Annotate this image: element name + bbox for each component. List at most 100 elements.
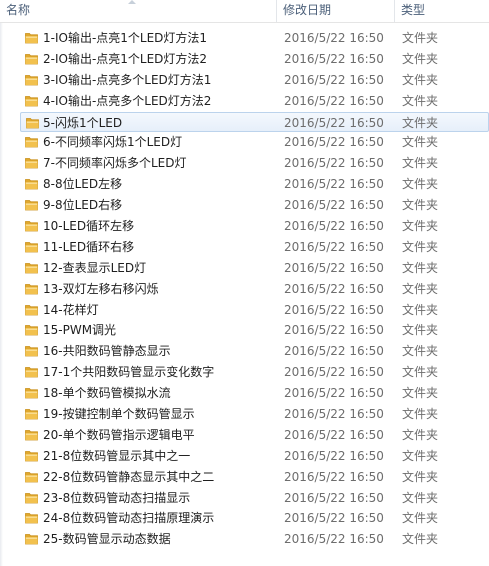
file-row[interactable]: 23-8位数码管动态扫描显示 2016/5/22 16:50 文件夹 bbox=[0, 488, 489, 509]
folder-icon bbox=[25, 178, 38, 190]
file-row[interactable]: 15-PWM调光 2016/5/22 16:50 文件夹 bbox=[0, 320, 489, 341]
file-row[interactable]: 20-单个数码管指示逻辑电平 2016/5/22 16:50 文件夹 bbox=[0, 425, 489, 446]
folder-icon bbox=[25, 283, 38, 295]
file-row[interactable]: 7-不同频率闪烁多个LED灯 2016/5/22 16:50 文件夹 bbox=[0, 153, 489, 174]
file-name: 13-双灯左移右移闪烁 bbox=[43, 281, 159, 296]
file-row[interactable]: 3-IO输出-点亮多个LED灯方法1 2016/5/22 16:50 文件夹 bbox=[0, 70, 489, 91]
file-modified-date: 2016/5/22 16:50 bbox=[284, 407, 384, 422]
folder-icon bbox=[25, 53, 38, 65]
file-modified-date: 2016/5/22 16:50 bbox=[284, 115, 384, 130]
file-name: 24-8位数码管动态扫描原理演示 bbox=[43, 511, 215, 526]
file-name: 11-LED循环右移 bbox=[43, 239, 135, 254]
file-row[interactable]: 13-双灯左移右移闪烁 2016/5/22 16:50 文件夹 bbox=[0, 279, 489, 300]
file-row[interactable]: 21-8位数码管显示其中之一 2016/5/22 16:50 文件夹 bbox=[0, 446, 489, 467]
column-header-type[interactable]: 类型 bbox=[395, 0, 489, 22]
file-type: 文件夹 bbox=[402, 72, 439, 87]
file-name: 14-花样灯 bbox=[43, 302, 99, 317]
file-modified-date: 2016/5/22 16:50 bbox=[284, 198, 384, 213]
file-modified-date: 2016/5/22 16:50 bbox=[284, 156, 384, 171]
folder-icon bbox=[25, 408, 38, 420]
file-modified-date: 2016/5/22 16:50 bbox=[284, 72, 384, 87]
file-modified-date: 2016/5/22 16:50 bbox=[284, 302, 384, 317]
folder-icon bbox=[25, 32, 38, 44]
file-type: 文件夹 bbox=[402, 177, 439, 192]
file-type: 文件夹 bbox=[402, 365, 439, 380]
file-row[interactable]: 25-数码管显示动态数据 2016/5/22 16:50 文件夹 bbox=[0, 529, 489, 550]
file-row[interactable]: 4-IO输出-点亮多个LED灯方法2 2016/5/22 16:50 文件夹 bbox=[0, 91, 489, 112]
file-type: 文件夹 bbox=[402, 239, 439, 254]
file-modified-date: 2016/5/22 16:50 bbox=[284, 365, 384, 380]
folder-icon bbox=[25, 366, 38, 378]
file-name: 15-PWM调光 bbox=[43, 323, 117, 338]
file-type: 文件夹 bbox=[402, 281, 439, 296]
file-row[interactable]: 22-8位数码管静态显示其中之二 2016/5/22 16:50 文件夹 bbox=[0, 467, 489, 488]
file-row[interactable]: 1-IO输出-点亮1个LED灯方法1 2016/5/22 16:50 文件夹 bbox=[0, 28, 489, 49]
folder-icon bbox=[25, 157, 38, 169]
file-type: 文件夹 bbox=[402, 490, 439, 505]
file-type: 文件夹 bbox=[402, 156, 439, 171]
folder-icon bbox=[25, 304, 38, 316]
file-modified-date: 2016/5/22 16:50 bbox=[284, 323, 384, 338]
file-modified-date: 2016/5/22 16:50 bbox=[284, 532, 384, 547]
folder-icon bbox=[25, 387, 38, 399]
file-row[interactable]: 12-查表显示LED灯 2016/5/22 16:50 文件夹 bbox=[0, 258, 489, 279]
folder-icon bbox=[25, 136, 38, 148]
file-row[interactable]: 10-LED循环左移 2016/5/22 16:50 文件夹 bbox=[0, 216, 489, 237]
file-row[interactable]: 16-共阳数码管静态显示 2016/5/22 16:50 文件夹 bbox=[0, 341, 489, 362]
file-modified-date: 2016/5/22 16:50 bbox=[284, 51, 384, 66]
file-type: 文件夹 bbox=[402, 260, 439, 275]
folder-icon bbox=[25, 199, 38, 211]
file-type: 文件夹 bbox=[402, 93, 439, 108]
file-row[interactable]: 11-LED循环右移 2016/5/22 16:50 文件夹 bbox=[0, 237, 489, 258]
folder-icon bbox=[25, 429, 38, 441]
file-type: 文件夹 bbox=[402, 469, 439, 484]
folder-icon bbox=[25, 512, 38, 524]
folder-icon bbox=[26, 117, 39, 129]
file-name: 12-查表显示LED灯 bbox=[43, 260, 147, 275]
file-modified-date: 2016/5/22 16:50 bbox=[284, 135, 384, 150]
folder-icon bbox=[25, 450, 38, 462]
column-header: 名称 修改日期 类型 bbox=[0, 0, 489, 23]
file-modified-date: 2016/5/22 16:50 bbox=[284, 344, 384, 359]
file-name: 16-共阳数码管静态显示 bbox=[43, 344, 171, 359]
file-type: 文件夹 bbox=[402, 135, 439, 150]
folder-icon bbox=[25, 324, 38, 336]
file-type: 文件夹 bbox=[402, 323, 439, 338]
file-row[interactable]: 24-8位数码管动态扫描原理演示 2016/5/22 16:50 文件夹 bbox=[0, 508, 489, 529]
file-name: 18-单个数码管模拟水流 bbox=[43, 386, 171, 401]
file-type: 文件夹 bbox=[402, 51, 439, 66]
file-type: 文件夹 bbox=[402, 115, 439, 130]
file-row-selected[interactable]: 5-闪烁1个LED 2016/5/22 16:50 文件夹 bbox=[20, 111, 489, 133]
folder-icon bbox=[25, 471, 38, 483]
file-row[interactable]: 18-单个数码管模拟水流 2016/5/22 16:50 文件夹 bbox=[0, 383, 489, 404]
file-type: 文件夹 bbox=[402, 31, 439, 45]
file-list: 1-IO输出-点亮1个LED灯方法1 2016/5/22 16:50 文件夹 2-IO… bbox=[0, 28, 489, 550]
file-row[interactable]: 2-IO输出-点亮1个LED灯方法2 2016/5/22 16:50 文件夹 bbox=[0, 49, 489, 70]
file-name: 5-闪烁1个LED bbox=[43, 115, 123, 130]
file-row[interactable]: 17-1个共阳数码管显示变化数字 2016/5/22 16:50 文件夹 bbox=[0, 362, 489, 383]
file-name: 20-单个数码管指示逻辑电平 bbox=[43, 427, 195, 442]
folder-icon bbox=[25, 241, 38, 253]
file-type: 文件夹 bbox=[402, 198, 439, 213]
sort-arrow-icon bbox=[128, 0, 136, 4]
file-name: 22-8位数码管静态显示其中之二 bbox=[43, 469, 215, 484]
file-row[interactable]: 9-8位LED右移 2016/5/22 16:50 文件夹 bbox=[0, 195, 489, 216]
folder-icon bbox=[25, 220, 38, 232]
file-row[interactable]: 14-花样灯 2016/5/22 16:50 文件夹 bbox=[0, 300, 489, 321]
file-row[interactable]: 8-8位LED左移 2016/5/22 16:50 文件夹 bbox=[0, 174, 489, 195]
file-modified-date: 2016/5/22 16:50 bbox=[284, 511, 384, 526]
file-type: 文件夹 bbox=[402, 532, 439, 547]
file-row[interactable]: 6-不同频率闪烁1个LED灯 2016/5/22 16:50 文件夹 bbox=[0, 132, 489, 153]
file-modified-date: 2016/5/22 16:50 bbox=[284, 219, 384, 234]
file-type: 文件夹 bbox=[402, 302, 439, 317]
file-name: 4-IO输出-点亮多个LED灯方法2 bbox=[43, 93, 212, 108]
file-name: 10-LED循环左移 bbox=[43, 219, 135, 234]
file-row[interactable]: 19-按键控制单个数码管显示 2016/5/22 16:50 文件夹 bbox=[0, 404, 489, 425]
file-modified-date: 2016/5/22 16:50 bbox=[284, 386, 384, 401]
file-name: 1-IO输出-点亮1个LED灯方法1 bbox=[43, 31, 208, 45]
column-header-name[interactable]: 名称 bbox=[0, 0, 276, 22]
column-header-date[interactable]: 修改日期 bbox=[277, 0, 394, 22]
file-name: 6-不同频率闪烁1个LED灯 bbox=[43, 135, 183, 150]
file-modified-date: 2016/5/22 16:50 bbox=[284, 177, 384, 192]
file-type: 文件夹 bbox=[402, 448, 439, 463]
